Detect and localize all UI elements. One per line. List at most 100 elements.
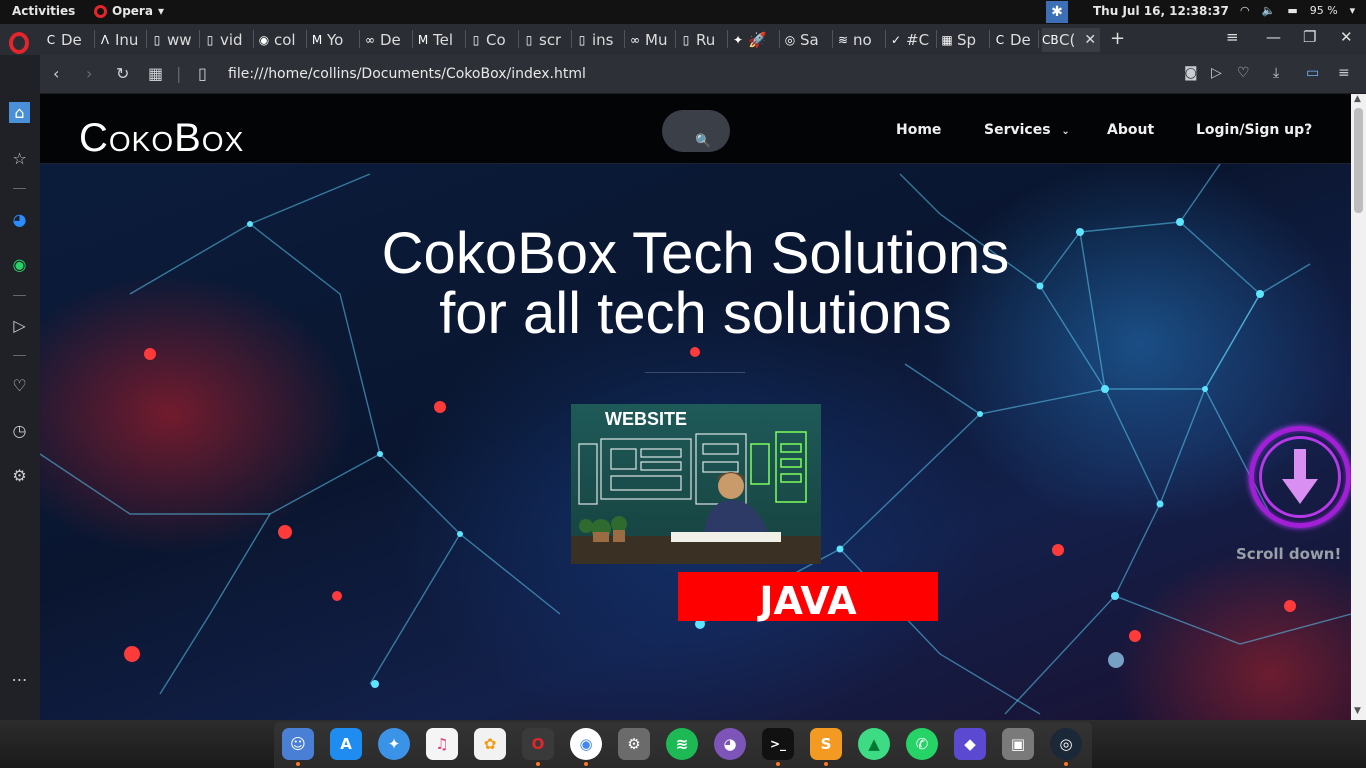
tab-label: no: [853, 31, 872, 49]
extension-icon[interactable]: ✱: [1046, 1, 1068, 23]
clock[interactable]: Thu Jul 16, 12:38:37: [1093, 4, 1229, 18]
github-icon[interactable]: ◕: [714, 728, 746, 760]
nav-about[interactable]: About: [1107, 122, 1154, 138]
tab[interactable]: ▯ Ru: [679, 28, 716, 52]
scrollbar-thumb[interactable]: [1354, 108, 1363, 213]
transport-icon[interactable]: ▣: [1002, 728, 1034, 760]
close-window-button[interactable]: ✕: [1340, 28, 1353, 46]
history-icon[interactable]: ◷: [9, 420, 30, 441]
whatsapp-dock-icon[interactable]: ✆: [906, 728, 938, 760]
heart-icon[interactable]: ♡: [1237, 65, 1250, 81]
tab[interactable]: ∞ Mu: [628, 28, 667, 52]
sublime-text-icon[interactable]: S: [810, 728, 842, 760]
url-field[interactable]: file:///home/collins/Documents/CokoBox/i…: [228, 66, 586, 82]
speed-dial-icon[interactable]: ▦: [148, 64, 163, 83]
tab-separator: [94, 30, 95, 48]
bookmark-icon[interactable]: ☆: [9, 148, 30, 169]
tab[interactable]: Λ Inu: [98, 28, 139, 52]
forward-button[interactable]: ›: [86, 64, 92, 83]
tab[interactable]: CB C(✕: [1042, 28, 1101, 52]
activities-button[interactable]: Activities: [12, 4, 75, 18]
whatsapp-icon[interactable]: ◉: [9, 254, 30, 275]
search-button[interactable]: 🔍: [662, 110, 730, 152]
system-tray[interactable]: ◠ 🔈 ▬ 95 % ▾: [1240, 4, 1355, 17]
new-tab-button[interactable]: +: [1110, 28, 1125, 49]
easy-setup-icon[interactable]: ≡: [1338, 65, 1350, 81]
battery-saver-icon[interactable]: ▭: [1306, 65, 1319, 81]
more-icon[interactable]: ⋯: [9, 669, 30, 690]
steam-icon[interactable]: ◎: [1050, 728, 1082, 760]
vscodium-icon[interactable]: ◆: [954, 728, 986, 760]
scroll-down-button[interactable]: [1249, 426, 1351, 528]
tab-menu-icon[interactable]: ≡: [1226, 28, 1239, 46]
tab-label: De: [61, 31, 82, 49]
tab[interactable]: ▯ ww: [150, 28, 192, 52]
tab-favicon-icon: ▦: [941, 33, 953, 47]
tab[interactable]: M Tel: [416, 28, 453, 52]
tab-separator: [199, 30, 200, 48]
system-settings-icon[interactable]: ⚙: [618, 728, 650, 760]
back-button[interactable]: ‹: [53, 64, 59, 83]
maximize-button[interactable]: ❐: [1303, 28, 1316, 46]
settings-icon[interactable]: ⚙: [9, 465, 30, 486]
hero-title: CokoBox Tech Solutions for all tech solu…: [40, 224, 1351, 344]
divider: [13, 295, 26, 296]
tab-label: C(: [1059, 31, 1076, 49]
camera-icon[interactable]: ◙: [1184, 65, 1198, 81]
reload-button[interactable]: ↻: [116, 64, 129, 83]
finder-icon[interactable]: ☺: [282, 728, 314, 760]
spotify-icon[interactable]: ≋: [666, 728, 698, 760]
nav-services[interactable]: Services ⌄: [984, 122, 1070, 138]
tab[interactable]: ▯ ins: [575, 28, 614, 52]
messenger-icon[interactable]: ◕: [9, 209, 30, 230]
tab-label: Tel: [433, 31, 454, 49]
download-icon[interactable]: ⤓: [1273, 65, 1279, 81]
android-studio-icon[interactable]: ▲: [858, 728, 890, 760]
tab-favicon-icon: ≋: [837, 33, 849, 47]
page-scrollbar[interactable]: ▲ ▼: [1351, 94, 1366, 720]
opera-menu-icon[interactable]: [9, 32, 29, 54]
close-tab-icon[interactable]: ✕: [1084, 32, 1096, 48]
divider: [13, 355, 26, 356]
opera-dock-icon[interactable]: O: [522, 728, 554, 760]
tab[interactable]: ◎ Sa: [783, 28, 819, 52]
tab[interactable]: ✓ #C: [889, 28, 929, 52]
tab[interactable]: ◉ col: [257, 28, 296, 52]
minimize-button[interactable]: —: [1266, 28, 1281, 46]
tab-favicon-icon: M: [417, 33, 429, 47]
tab-favicon-icon: ◉: [258, 33, 270, 47]
app-store-icon[interactable]: A: [330, 728, 362, 760]
tab[interactable]: ▯ vid: [203, 28, 243, 52]
tab[interactable]: C De: [993, 28, 1031, 52]
music-icon[interactable]: ♫: [426, 728, 458, 760]
site-logo[interactable]: CokoBox: [79, 116, 244, 161]
chrome-icon[interactable]: ◉: [570, 728, 602, 760]
scroll-down-icon[interactable]: ▼: [1354, 706, 1361, 716]
nav-home[interactable]: Home: [896, 122, 941, 138]
terminal-icon[interactable]: >_: [762, 728, 794, 760]
send-icon[interactable]: ▷: [9, 315, 30, 336]
heart-icon[interactable]: ♡: [9, 375, 30, 396]
scroll-label: Scroll down!: [1236, 545, 1342, 563]
app-menu[interactable]: Opera ▾: [94, 4, 164, 18]
tab[interactable]: M Yo: [310, 28, 344, 52]
tab[interactable]: C De: [44, 28, 82, 52]
tab-favicon-icon: ▯: [525, 33, 533, 47]
web-page: CokoBox 🔍 Home Services ⌄ About Login/Si…: [40, 94, 1351, 720]
tab-separator: [885, 30, 886, 48]
tab[interactable]: ▯ Co: [469, 28, 506, 52]
volume-icon: 🔈: [1261, 4, 1276, 17]
tab-favicon-icon: ▯: [153, 33, 161, 47]
tab[interactable]: ▦ Sp: [940, 28, 976, 52]
tab-separator: [465, 30, 466, 48]
tab[interactable]: ∞ De: [363, 28, 401, 52]
scroll-up-icon[interactable]: ▲: [1354, 94, 1361, 104]
safari-icon[interactable]: ✦: [378, 728, 410, 760]
tab[interactable]: ✦ 🚀: [731, 28, 767, 52]
nav-login[interactable]: Login/Sign up?: [1196, 122, 1312, 138]
tab[interactable]: ▯ scr: [522, 28, 562, 52]
photos-icon[interactable]: ✿: [474, 728, 506, 760]
home-icon[interactable]: ⌂: [9, 102, 30, 123]
tab[interactable]: ≋ no: [836, 28, 872, 52]
send-icon[interactable]: ▷: [1211, 65, 1222, 81]
